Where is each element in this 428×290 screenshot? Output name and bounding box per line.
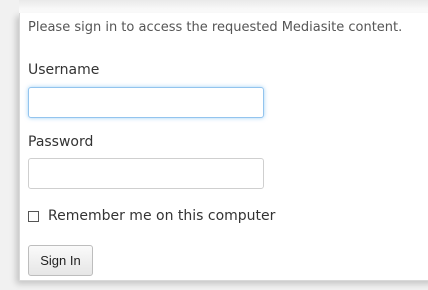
remember-me-row[interactable]: Remember me on this computer <box>28 208 275 224</box>
username-input[interactable] <box>28 87 264 118</box>
username-label: Username <box>28 62 100 78</box>
remember-me-checkbox[interactable] <box>28 210 39 222</box>
panel-top-edge <box>19 0 428 13</box>
remember-me-label[interactable]: Remember me on this computer <box>48 208 275 224</box>
sign-in-intro-text: Please sign in to access the requested M… <box>28 20 403 35</box>
password-input[interactable] <box>28 158 264 189</box>
password-label: Password <box>28 134 94 150</box>
sign-in-button[interactable]: Sign In <box>28 245 93 276</box>
